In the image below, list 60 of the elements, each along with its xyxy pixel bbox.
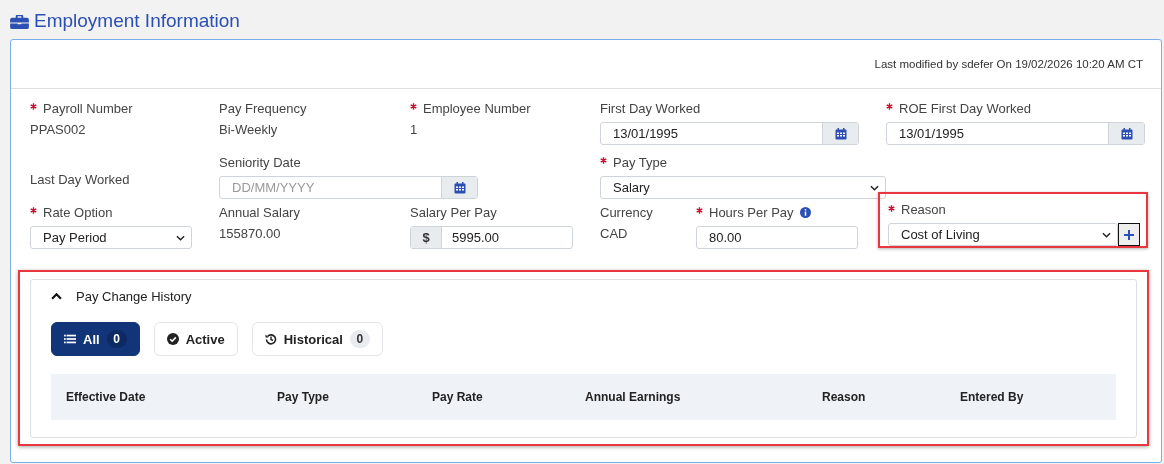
count-badge: 0 <box>349 330 370 348</box>
chevron-down-icon <box>1101 231 1111 238</box>
select-field[interactable]: Cost of Living <box>888 223 1118 246</box>
date-field[interactable]: 13/01/1995 <box>886 122 1145 145</box>
field-label: Currency <box>600 204 653 220</box>
field-label: Payroll Number <box>43 100 133 116</box>
field-label: Last Day Worked <box>30 171 130 187</box>
field-value: 155870.00 <box>219 226 282 241</box>
date-field[interactable]: 13/01/1995 <box>600 122 859 145</box>
asterisk-icon <box>696 207 703 214</box>
field-label: ROE First Day Worked <box>899 100 1031 116</box>
field-label: Pay Type <box>613 154 667 170</box>
history-icon <box>264 333 277 345</box>
column-header: Annual Earnings <box>585 390 682 404</box>
column-header: Entered By <box>960 390 1025 404</box>
field-label: Salary Per Pay <box>410 204 497 220</box>
asterisk-icon <box>30 103 37 110</box>
asterisk-icon <box>600 157 607 164</box>
list-icon <box>64 333 76 345</box>
asterisk-icon <box>410 103 417 110</box>
calendar-icon <box>1120 127 1133 140</box>
amount-field[interactable]: $ 5995.00 <box>410 226 573 249</box>
calendar-icon <box>453 181 466 194</box>
asterisk-icon <box>30 207 37 214</box>
column-header: Effective Date <box>66 390 147 404</box>
field-value: PPAS002 <box>30 122 87 137</box>
calendar-icon <box>834 127 847 140</box>
briefcase-icon <box>10 13 29 29</box>
select-field[interactable]: Salary <box>600 176 886 199</box>
field-label: Annual Salary <box>219 204 300 220</box>
filter-tab[interactable]: Active <box>153 322 238 356</box>
field-label: Reason <box>901 202 946 217</box>
asterisk-icon <box>886 103 893 110</box>
asterisk-icon <box>888 204 895 212</box>
filter-tab[interactable]: All 0 <box>51 322 140 356</box>
field-label: Pay Frequency <box>219 100 307 116</box>
check-circle-icon <box>166 333 179 345</box>
field-label: Employee Number <box>423 100 531 116</box>
chevron-down-icon <box>870 184 879 191</box>
page-title: Employment Information <box>34 10 240 32</box>
count-badge: 0 <box>106 330 127 348</box>
filter-tab[interactable]: Historical 0 <box>251 322 383 356</box>
input-field[interactable]: 80.00 <box>696 226 858 249</box>
section-title: Pay Change History <box>76 288 192 304</box>
column-header: Pay Type <box>277 390 330 404</box>
field-value: CAD <box>600 226 629 241</box>
field-label: Rate Option <box>43 204 113 220</box>
field-label: Hours Per Pay <box>709 204 794 220</box>
chevron-down-icon <box>176 234 185 241</box>
plus-icon <box>1123 229 1134 240</box>
field-label: First Day Worked <box>600 100 701 116</box>
last-modified-text: Last modified by sdefer On 19/02/2026 10:20 AM CT <box>874 58 1143 70</box>
select-field[interactable]: Pay Period <box>30 226 192 249</box>
add-button[interactable] <box>1117 223 1140 246</box>
column-header: Pay Rate <box>432 390 484 404</box>
field-value: 1 <box>410 122 419 137</box>
field-label: Seniority Date <box>219 154 301 170</box>
field-value: Bi-Weekly <box>219 122 279 137</box>
column-header: Reason <box>822 390 867 404</box>
chevron-up-icon[interactable] <box>51 292 62 300</box>
